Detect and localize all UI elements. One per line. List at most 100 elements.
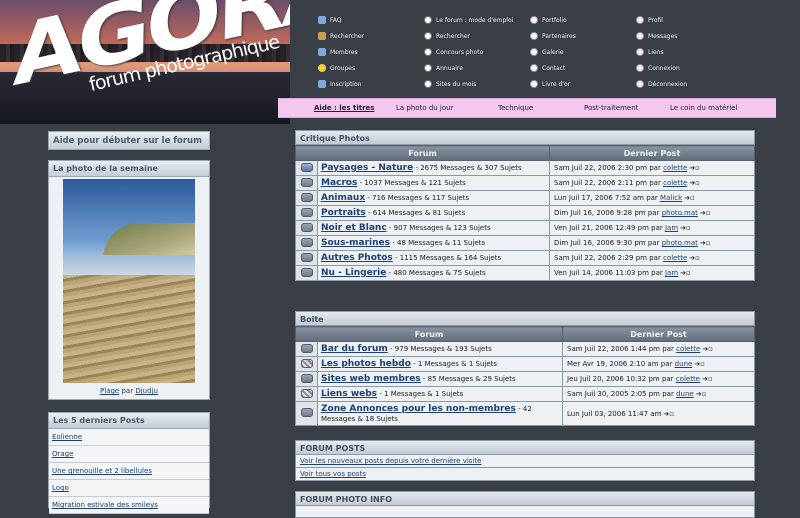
circle-icon: [636, 16, 644, 24]
forum-info-cell: Bar du forum - 979 Messages & 193 Sujets: [317, 341, 563, 357]
last-post-user-link[interactable]: colette: [663, 254, 687, 262]
last-post-user-link[interactable]: colette: [676, 345, 700, 353]
last-post-cell: Jeu Juil 20, 2006 10:32 pm par colette ➔▫: [562, 371, 755, 387]
nav-item[interactable]: Déconnexion: [636, 80, 687, 88]
forum-name-link[interactable]: Paysages - Nature: [321, 163, 413, 173]
nav-item[interactable]: Messages: [636, 32, 677, 40]
last-post-link[interactable]: Eolienne: [52, 433, 82, 441]
forum-name-link[interactable]: Sous-marines: [321, 238, 390, 248]
nav-item[interactable]: Le forum : mode d'emploi: [424, 16, 513, 24]
goto-last-post-icon[interactable]: ➔▫: [702, 345, 713, 353]
goto-last-post-icon[interactable]: ➔▫: [689, 254, 700, 262]
last-post-user-link[interactable]: dune: [676, 390, 694, 398]
last-post-link[interactable]: Logo: [52, 484, 69, 492]
forum-name-link[interactable]: Autres Photos: [321, 253, 393, 263]
forum-stats: - 85 Messages & 29 Sujets: [422, 375, 516, 383]
last-post-user-link[interactable]: dune: [675, 360, 693, 368]
photo-of-week-box: La photo de la semaine Plage par Djudju: [48, 160, 210, 400]
category-link[interactable]: Technique: [498, 104, 533, 112]
last-post-user-link[interactable]: photo.mat: [662, 239, 698, 247]
nav-item[interactable]: Partenaires: [530, 32, 576, 40]
site-logo[interactable]: AGORA forum photographique: [0, 0, 290, 124]
forum-name-link[interactable]: Zone Annonces pour les non-membres: [321, 404, 516, 414]
nav-item[interactable]: Concours photo: [424, 48, 483, 56]
goto-last-post-icon[interactable]: ➔▫: [680, 224, 691, 232]
forum-name-link[interactable]: Noir et Blanc: [321, 223, 387, 233]
category-link[interactable]: Le coin du matériel: [670, 104, 737, 112]
nav-item[interactable]: Groupes: [318, 64, 355, 72]
category-link[interactable]: La photo du jour: [396, 104, 453, 112]
star-icon: [318, 80, 326, 88]
goto-last-post-icon[interactable]: ➔▫: [700, 239, 711, 247]
last-post-date: Sam Juil 22, 2006 2:30 pm: [554, 164, 647, 172]
new-posts-link[interactable]: Voir les nouveaux posts depuis votre der…: [300, 457, 481, 465]
last-post-link[interactable]: Migration estivale des smileys: [52, 501, 158, 509]
last-post-by: par: [649, 179, 661, 187]
category-link[interactable]: Aide : les titres: [314, 104, 374, 112]
goto-last-post-icon[interactable]: ➔▫: [694, 360, 705, 368]
goto-last-post-icon[interactable]: ➔▫: [684, 194, 695, 202]
last-posts-box: Les 5 derniers Posts Eolienne Orage Une …: [48, 412, 210, 514]
nav-item[interactable]: Profil: [636, 16, 663, 24]
nav-item[interactable]: Rechercher: [318, 32, 364, 40]
nav-item[interactable]: Galerie: [530, 48, 564, 56]
locked-forum-icon: [300, 388, 313, 398]
last-post-cell: Sam Juil 22, 2006 2:30 pm par colette ➔▫: [549, 160, 755, 176]
last-post-user-link[interactable]: colette: [663, 179, 687, 187]
last-post-link[interactable]: Une grenouille et 2 libellules: [52, 467, 152, 475]
nav-item[interactable]: Livre d'or: [530, 80, 570, 88]
photo-of-week-image[interactable]: [63, 179, 195, 383]
last-post-cell: Mer Avr 19, 2006 2:10 am par dune ➔▫: [562, 356, 755, 372]
help-label[interactable]: Aide pour débuter sur le forum: [48, 131, 210, 150]
nav-item[interactable]: Sites du mois: [424, 80, 476, 88]
critique-table: Forum Dernier Post Paysages - Nature - 2…: [295, 145, 755, 281]
photo-name-link[interactable]: Plage: [100, 387, 119, 395]
forum-name-link[interactable]: Sites web membres: [321, 374, 421, 384]
category-link[interactable]: Post-traitement: [584, 104, 638, 112]
last-post-user-link[interactable]: Jam: [665, 269, 678, 277]
last-post-user-link[interactable]: Jam: [665, 224, 678, 232]
last-post-user-link[interactable]: colette: [676, 375, 700, 383]
nav-item[interactable]: Connexion: [636, 64, 680, 72]
forum-folder-icon: [300, 408, 313, 417]
photo-author-link[interactable]: Djudju: [135, 387, 158, 395]
your-posts-link[interactable]: Voir tous vos posts: [300, 470, 366, 478]
nav-item[interactable]: Rechercher: [424, 32, 470, 40]
forum-folder-icon: [300, 237, 313, 247]
forum-name-link[interactable]: Macros: [321, 178, 357, 188]
last-post-user-link[interactable]: colette: [663, 164, 687, 172]
forum-info-cell: Autres Photos - 1115 Messages & 164 Suje…: [317, 250, 550, 266]
last-post-link[interactable]: Orage: [52, 450, 73, 458]
forum-name-link[interactable]: Liens webs: [321, 389, 377, 399]
goto-last-post-icon[interactable]: ➔▫: [702, 375, 713, 383]
goto-last-post-icon[interactable]: ➔▫: [696, 390, 707, 398]
forum-name-link[interactable]: Animaux: [321, 193, 365, 203]
star-icon: [318, 16, 326, 24]
nav-item[interactable]: Contact: [530, 64, 565, 72]
goto-last-post-icon[interactable]: ➔▫: [689, 179, 700, 187]
nav-item[interactable]: Inscription: [318, 80, 361, 88]
goto-last-post-icon[interactable]: ➔▫: [700, 209, 711, 217]
nav-item[interactable]: Portfolio: [530, 16, 567, 24]
goto-last-post-icon[interactable]: ➔▫: [689, 164, 700, 172]
table-row: Autres Photos - 1115 Messages & 164 Suje…: [295, 250, 755, 266]
forum-name-link[interactable]: Portraits: [321, 208, 366, 218]
nav-item[interactable]: Liens: [636, 48, 664, 56]
nav-item[interactable]: Membres: [318, 48, 358, 56]
forum-info-cell: Portraits - 614 Messages & 81 Sujets: [317, 205, 550, 221]
forum-name-link[interactable]: Les photos hebdo: [321, 359, 411, 369]
forum-name-link[interactable]: Bar du forum: [321, 344, 388, 354]
table-row: Sous-marines - 48 Messages & 11 Sujets Di…: [295, 235, 755, 251]
nav-item[interactable]: FAQ: [318, 16, 342, 24]
last-post-cell: Sam Juil 22, 2006 1:44 pm par colette ➔▫: [562, 341, 755, 357]
last-post-user-link[interactable]: photo.mat: [662, 209, 698, 217]
boite-title: Boite: [295, 311, 755, 326]
forum-name-link[interactable]: Nu - Lingerie: [321, 268, 386, 278]
last-post-user-link[interactable]: Malick: [660, 194, 682, 202]
goto-last-post-icon[interactable]: ➔▫: [680, 269, 691, 277]
goto-last-post-icon[interactable]: ➔▫: [663, 410, 674, 418]
help-box[interactable]: Aide pour débuter sur le forum: [48, 131, 210, 150]
nav-item[interactable]: Annuaire: [424, 64, 463, 72]
forum-status-cell: [295, 341, 318, 357]
forum-status-cell: [295, 175, 318, 191]
